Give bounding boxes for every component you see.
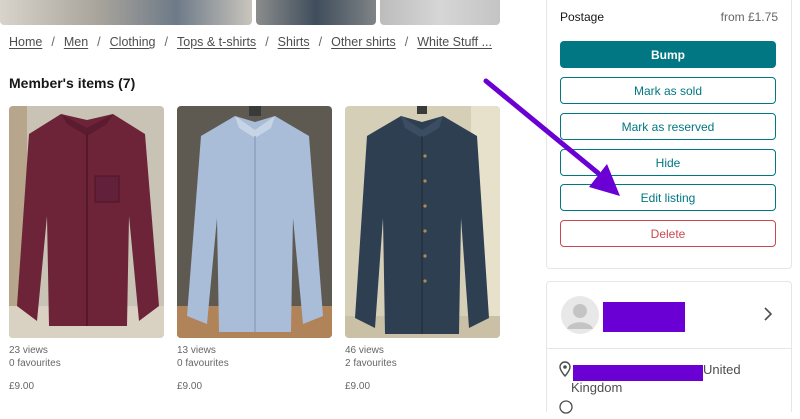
breadcrumb-home[interactable]: Home (9, 35, 42, 49)
gallery-thumb-3[interactable] (380, 0, 500, 25)
breadcrumb-other-shirts[interactable]: Other shirts (331, 35, 396, 49)
member-location: United Kingdom (571, 362, 741, 395)
member-divider (547, 348, 791, 349)
item-card[interactable]: 13 views 0 favourites £9.00 (177, 106, 332, 392)
breadcrumb-white-stuff[interactable]: White Stuff ... (417, 35, 492, 49)
breadcrumb-shirts[interactable]: Shirts (278, 35, 310, 49)
item-photo[interactable] (345, 106, 500, 338)
breadcrumb-men[interactable]: Men (64, 35, 88, 49)
item-views: 46 views (345, 345, 384, 356)
gallery-thumb-2[interactable] (256, 0, 376, 25)
item-card[interactable]: 46 views 2 favourites £9.00 (345, 106, 500, 392)
hide-button[interactable]: Hide (560, 149, 776, 176)
breadcrumb: Home / Men / Clothing / Tops & t-shirts / Shirts… (9, 35, 493, 49)
avatar-placeholder-icon (561, 296, 599, 334)
item-photo[interactable] (177, 106, 332, 338)
postage-value: from £1.75 (720, 10, 778, 24)
delete-button[interactable]: Delete (560, 220, 776, 247)
mark-as-reserved-button[interactable]: Mark as reserved (560, 113, 776, 140)
item-photo[interactable] (9, 106, 164, 338)
mark-as-sold-button[interactable]: Mark as sold (560, 77, 776, 104)
item-price: £9.00 (345, 381, 371, 392)
item-price: £9.00 (177, 381, 203, 392)
member-card[interactable]: United Kingdom (546, 281, 792, 414)
item-favourites: 0 favourites (9, 358, 61, 369)
breadcrumb-tops[interactable]: Tops & t-shirts (177, 35, 256, 49)
listing-actions-panel: Postage from £1.75 Bump Mark as sold Mar… (546, 0, 792, 269)
edit-listing-button[interactable]: Edit listing (560, 184, 776, 211)
redacted-username (603, 302, 685, 332)
postage-label: Postage (560, 10, 605, 24)
avatar[interactable] (561, 296, 599, 339)
clock-icon (559, 400, 573, 414)
item-price: £9.00 (9, 381, 35, 392)
bump-button[interactable]: Bump (560, 41, 776, 68)
item-card[interactable]: 23 views 0 favourites £9.00 (9, 106, 164, 392)
item-views: 23 views (9, 345, 48, 356)
gallery-thumb-1[interactable] (0, 0, 252, 25)
chevron-right-icon[interactable] (763, 307, 773, 326)
breadcrumb-clothing[interactable]: Clothing (110, 35, 156, 49)
location-pin-icon (559, 361, 571, 382)
members-items-title: Member's items (7) (9, 75, 136, 91)
item-favourites: 2 favourites (345, 358, 397, 369)
item-views: 13 views (177, 345, 216, 356)
item-favourites: 0 favourites (177, 358, 229, 369)
